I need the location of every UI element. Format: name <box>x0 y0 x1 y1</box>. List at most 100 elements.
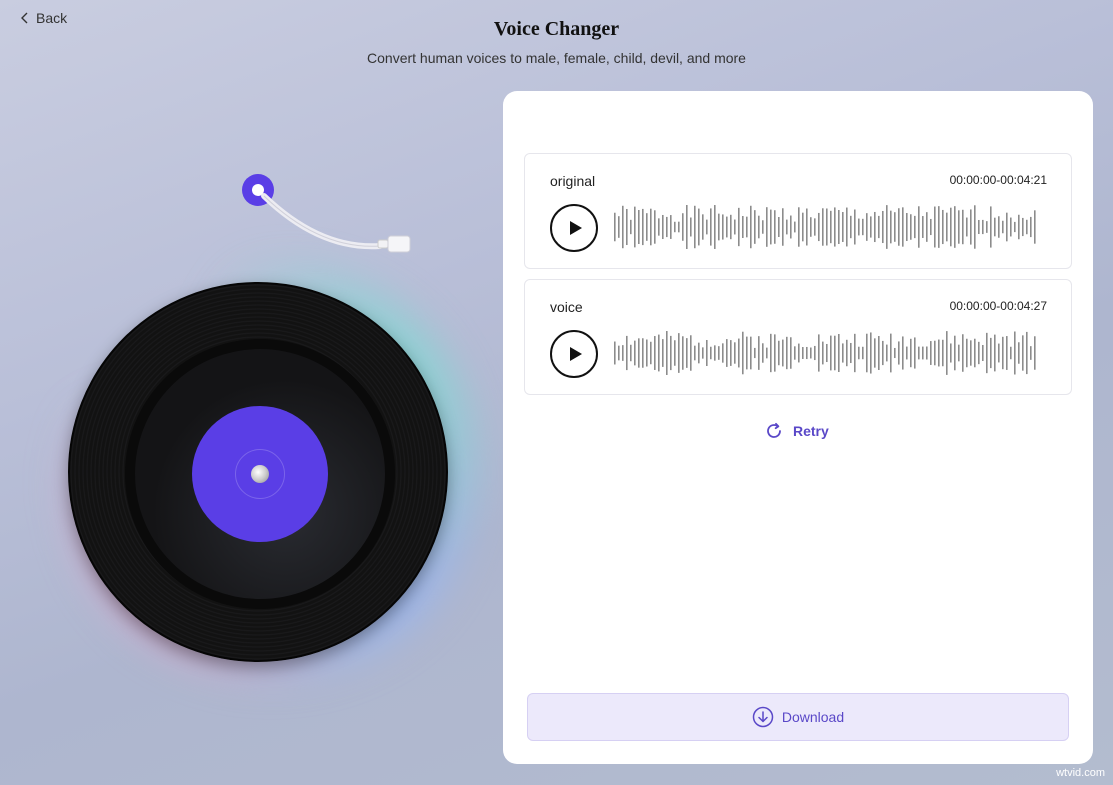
waveform-bar <box>1018 214 1020 240</box>
result-panel: original 00:00:00-00:04:21 voice 00:00:0… <box>503 91 1093 764</box>
waveform-bar <box>790 337 792 369</box>
page-title: Voice Changer <box>493 18 620 40</box>
waveform-bar <box>1034 336 1036 370</box>
waveform-bar <box>890 210 892 244</box>
waveform-bar <box>942 339 944 367</box>
waveform-bar <box>750 205 752 249</box>
waveform-bar <box>742 331 744 375</box>
turntable-illustration <box>40 160 480 700</box>
waveform-bar <box>1010 346 1012 360</box>
waveform-bar <box>886 205 888 249</box>
page-subtitle: Convert human voices to male, female, ch… <box>367 50 746 66</box>
waveform-bar <box>670 335 672 371</box>
waveform-bar <box>826 208 828 246</box>
waveform-bar <box>938 206 940 248</box>
waveform-bar <box>746 216 748 238</box>
waveform-bar <box>706 219 708 235</box>
download-button[interactable]: Download <box>527 693 1069 741</box>
waveform-bar <box>638 209 640 245</box>
waveform-bar <box>986 221 988 233</box>
waveform-bar <box>962 334 964 372</box>
waveform-bar <box>950 207 952 247</box>
waveform-bar <box>846 339 848 367</box>
waveform-bar <box>794 221 796 233</box>
waveform-bar <box>698 342 700 364</box>
waveform-bar <box>862 218 864 236</box>
waveform-bar <box>986 332 988 374</box>
waveform-bar <box>822 341 824 365</box>
waveform-bar <box>690 217 692 237</box>
waveform-bar <box>718 346 720 360</box>
play-button[interactable] <box>550 330 598 378</box>
waveform-bar <box>1026 331 1028 375</box>
track-original: original 00:00:00-00:04:21 <box>524 153 1072 269</box>
spindle <box>251 465 269 483</box>
waveform-bar <box>710 208 712 246</box>
waveform-bar <box>926 212 928 242</box>
retry-label: Retry <box>793 423 829 439</box>
waveform-bar <box>742 216 744 238</box>
tonearm <box>242 174 411 253</box>
waveform-bar <box>782 208 784 246</box>
waveform-bar <box>994 217 996 237</box>
waveform-bar <box>810 217 812 237</box>
waveform-bar <box>1022 217 1024 237</box>
waveform-bar <box>658 334 660 372</box>
track-voice: voice 00:00:00-00:04:27 <box>524 279 1072 395</box>
waveform-bar <box>970 209 972 245</box>
waveform-bar <box>866 333 868 373</box>
waveform-bar <box>654 210 656 244</box>
waveform-bar <box>626 335 628 371</box>
waveform-bar <box>874 338 876 368</box>
waveform-bar <box>642 208 644 246</box>
waveform-bar <box>822 208 824 246</box>
waveform-bar <box>614 212 616 242</box>
waveform-bar <box>646 213 648 241</box>
waveform-bar <box>1022 335 1024 371</box>
waveform-bar <box>786 219 788 235</box>
waveform-bar <box>926 346 928 360</box>
waveform-bar <box>682 213 684 241</box>
waveform-bar <box>958 344 960 362</box>
waveform-bar <box>830 210 832 244</box>
waveform-bar <box>746 336 748 370</box>
waveform-bar <box>646 339 648 367</box>
track-name: original <box>550 173 596 189</box>
waveform-bar <box>954 206 956 248</box>
waveform-bar <box>670 215 672 239</box>
waveform-bar <box>758 215 760 239</box>
waveform-bar <box>734 342 736 364</box>
waveform-bar <box>774 334 776 372</box>
waveform-bar <box>962 209 964 245</box>
waveform-bar <box>990 337 992 369</box>
waveform-bar <box>714 345 716 361</box>
waveform-bar <box>866 213 868 241</box>
waveform-bar <box>850 342 852 364</box>
play-button[interactable] <box>550 204 598 252</box>
waveform-bar <box>642 338 644 368</box>
waveform-bar <box>802 347 804 359</box>
waveform-bar <box>730 214 732 240</box>
waveform-bar <box>898 208 900 246</box>
waveform-bar <box>766 347 768 359</box>
waveform-bar <box>1006 212 1008 242</box>
waveform-bar <box>882 210 884 244</box>
waveform-bar <box>910 338 912 368</box>
waveform-bar <box>814 345 816 361</box>
waveform-bar <box>882 340 884 366</box>
waveform-bar <box>718 213 720 241</box>
waveform-bar <box>786 336 788 370</box>
waveform <box>614 205 1036 249</box>
waveform-bar <box>766 207 768 247</box>
waveform-bar <box>834 207 836 247</box>
waveform-bar <box>738 207 740 247</box>
waveform-bar <box>894 347 896 359</box>
waveform-bar <box>618 216 620 238</box>
retry-button[interactable]: Retry <box>765 422 829 440</box>
waveform-bar <box>650 341 652 365</box>
waveform-bar <box>1026 219 1028 235</box>
waveform-bar <box>966 217 968 237</box>
waveform-bar <box>698 208 700 246</box>
waveform-bar <box>726 216 728 238</box>
waveform-bar <box>1014 331 1016 375</box>
